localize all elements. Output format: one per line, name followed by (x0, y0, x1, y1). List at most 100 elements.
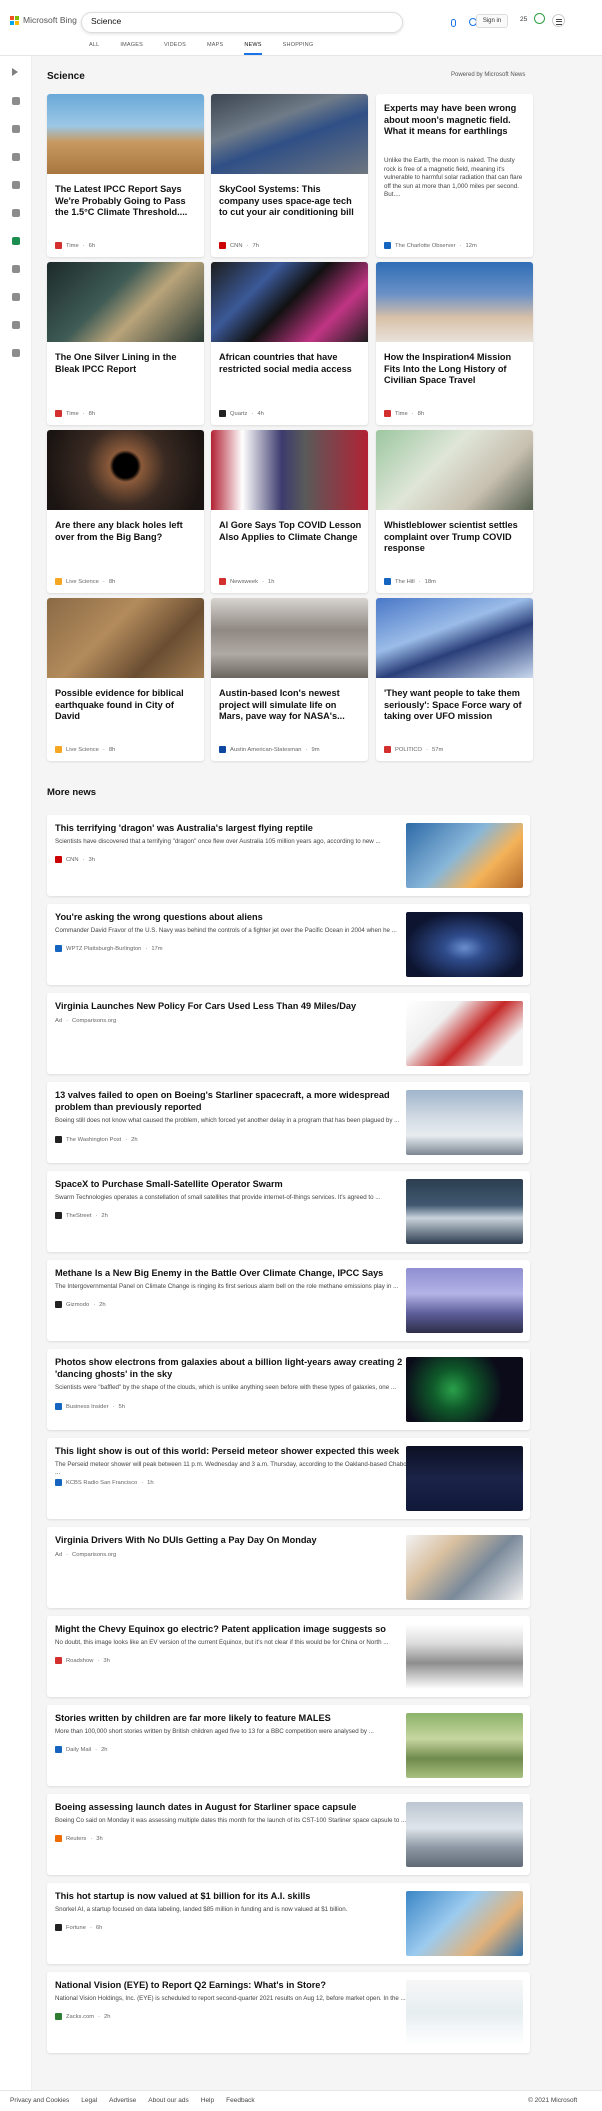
row-title[interactable]: This light show is out of this world: Pe… (55, 1446, 413, 1458)
footer-link-help[interactable]: Help (201, 2097, 214, 2104)
briefcase-icon[interactable] (12, 321, 20, 329)
tab-videos[interactable]: VIDEOS (164, 42, 186, 55)
tab-shopping[interactable]: SHOPPING (283, 42, 314, 55)
row-thumbnail[interactable] (406, 1001, 523, 1066)
card-title[interactable]: Al Gore Says Top COVID Lesson Also Appli… (219, 520, 362, 543)
row-thumbnail[interactable] (406, 823, 523, 888)
news-card[interactable]: Whistleblower scientist settles complain… (376, 430, 533, 593)
tab-all[interactable]: ALL (89, 42, 99, 55)
news-card[interactable]: The Latest IPCC Report Says We're Probab… (47, 94, 204, 257)
news-row[interactable]: 13 valves failed to open on Boeing's Sta… (47, 1082, 530, 1163)
home-icon[interactable] (12, 97, 20, 105)
news-card[interactable]: Are there any black holes left over from… (47, 430, 204, 593)
news-row[interactable]: You're asking the wrong questions about … (47, 904, 530, 985)
sign-in-button[interactable]: Sign in (476, 14, 508, 28)
row-thumbnail[interactable] (406, 1802, 523, 1867)
card-title[interactable]: Whistleblower scientist settles complain… (384, 520, 527, 555)
card-title[interactable]: African countries that have restricted s… (219, 352, 362, 375)
news-row[interactable]: This light show is out of this world: Pe… (47, 1438, 530, 1519)
news-row[interactable]: Boeing assessing launch dates in August … (47, 1794, 530, 1875)
row-title[interactable]: Boeing assessing launch dates in August … (55, 1802, 413, 1814)
tab-maps[interactable]: MAPS (207, 42, 223, 55)
news-card[interactable]: Austin-based Icon's newest project will … (211, 598, 368, 761)
card-title[interactable]: Experts may have been wrong about moon's… (384, 103, 527, 138)
news-row[interactable]: This terrifying 'dragon' was Australia's… (47, 815, 530, 896)
row-title[interactable]: Photos show electrons from galaxies abou… (55, 1357, 413, 1380)
card-title[interactable]: 'They want people to take them seriously… (384, 688, 527, 723)
row-thumbnail[interactable] (406, 1713, 523, 1778)
video-icon[interactable] (12, 293, 20, 301)
row-source: Gizmodo · 2h (55, 1301, 106, 1308)
location-icon[interactable] (12, 181, 20, 189)
search-input[interactable] (91, 16, 341, 26)
row-thumbnail[interactable] (406, 1446, 523, 1511)
rocket-icon[interactable] (12, 265, 20, 273)
row-thumbnail[interactable] (406, 1535, 523, 1600)
news-row[interactable]: Stories written by children are far more… (47, 1705, 530, 1786)
microphone-icon[interactable] (451, 19, 456, 27)
news-card[interactable]: The One Silver Lining in the Bleak IPCC … (47, 262, 204, 425)
science-icon[interactable] (12, 237, 20, 245)
tab-images[interactable]: IMAGES (120, 42, 143, 55)
row-title[interactable]: Might the Chevy Equinox go electric? Pat… (55, 1624, 413, 1636)
publisher-logo-icon (55, 242, 62, 249)
news-row[interactable]: This hot startup is now valued at $1 bil… (47, 1883, 530, 1964)
footer-link-legal[interactable]: Legal (81, 2097, 97, 2104)
expand-arrow-icon[interactable] (12, 68, 18, 76)
menu-icon[interactable] (552, 14, 565, 27)
card-title[interactable]: Are there any black holes left over from… (55, 520, 198, 543)
footer-link-advertise[interactable]: Advertise (109, 2097, 136, 2104)
row-title[interactable]: 13 valves failed to open on Boeing's Sta… (55, 1090, 413, 1113)
row-title[interactable]: Stories written by children are far more… (55, 1713, 413, 1725)
card-title[interactable]: Possible evidence for biblical earthquak… (55, 688, 198, 723)
row-thumbnail[interactable] (406, 1624, 523, 1689)
news-row[interactable]: Might the Chevy Equinox go electric? Pat… (47, 1616, 530, 1697)
ad-row[interactable]: Virginia Drivers With No DUIs Getting a … (47, 1527, 530, 1608)
row-title[interactable]: Virginia Launches New Policy For Cars Us… (55, 1001, 413, 1013)
news-row[interactable]: Methane Is a New Big Enemy in the Battle… (47, 1260, 530, 1341)
card-title[interactable]: How the Inspiration4 Mission Fits Into t… (384, 352, 527, 387)
rewards-points[interactable]: 25 (520, 16, 527, 23)
news-row[interactable]: National Vision (EYE) to Report Q2 Earni… (47, 1972, 530, 2053)
footer-link-privacy[interactable]: Privacy and Cookies (10, 2097, 69, 2104)
row-thumbnail[interactable] (406, 1357, 523, 1422)
row-thumbnail[interactable] (406, 1090, 523, 1155)
news-card[interactable]: Possible evidence for biblical earthquak… (47, 598, 204, 761)
row-title[interactable]: You're asking the wrong questions about … (55, 912, 413, 924)
card-title[interactable]: The One Silver Lining in the Bleak IPCC … (55, 352, 198, 375)
card-title[interactable]: Austin-based Icon's newest project will … (219, 688, 362, 723)
news-card[interactable]: Al Gore Says Top COVID Lesson Also Appli… (211, 430, 368, 593)
news-row[interactable]: SpaceX to Purchase Small-Satellite Opera… (47, 1171, 530, 1252)
rewards-trophy-icon[interactable] (534, 13, 545, 24)
bing-logo[interactable]: Microsoft Bing (10, 15, 77, 25)
news-card[interactable]: Experts may have been wrong about moon's… (376, 94, 533, 257)
row-thumbnail[interactable] (406, 912, 523, 977)
card-title[interactable]: SkyCool Systems: This company uses space… (219, 184, 362, 219)
row-title[interactable]: SpaceX to Purchase Small-Satellite Opera… (55, 1179, 413, 1191)
news-card[interactable]: 'They want people to take them seriously… (376, 598, 533, 761)
row-title[interactable]: Methane Is a New Big Enemy in the Battle… (55, 1268, 413, 1280)
row-thumbnail[interactable] (406, 1891, 523, 1956)
search-box[interactable] (81, 12, 477, 33)
flag-icon[interactable] (12, 153, 20, 161)
news-row[interactable]: Photos show electrons from galaxies abou… (47, 1349, 530, 1430)
footer-link-about-ads[interactable]: About our ads (148, 2097, 188, 2104)
row-title[interactable]: This terrifying 'dragon' was Australia's… (55, 823, 413, 835)
globe-icon[interactable] (12, 209, 20, 217)
news-card[interactable]: SkyCool Systems: This company uses space… (211, 94, 368, 257)
row-title[interactable]: National Vision (EYE) to Report Q2 Earni… (55, 1980, 413, 1992)
car-icon[interactable] (12, 349, 20, 357)
row-title[interactable]: Virginia Drivers With No DUIs Getting a … (55, 1535, 413, 1547)
row-title[interactable]: This hot startup is now valued at $1 bil… (55, 1891, 413, 1903)
row-thumbnail[interactable] (406, 1980, 523, 2045)
news-card[interactable]: How the Inspiration4 Mission Fits Into t… (376, 262, 533, 425)
coronavirus-icon[interactable] (12, 125, 20, 133)
ad-row[interactable]: Virginia Launches New Policy For Cars Us… (47, 993, 530, 1074)
card-title[interactable]: The Latest IPCC Report Says We're Probab… (55, 184, 198, 219)
news-card[interactable]: African countries that have restricted s… (211, 262, 368, 425)
footer-link-feedback[interactable]: Feedback (226, 2097, 255, 2104)
row-source: Ad · Comparisons.org (55, 1018, 117, 1024)
row-thumbnail[interactable] (406, 1268, 523, 1333)
tab-news[interactable]: NEWS (244, 42, 262, 55)
row-thumbnail[interactable] (406, 1179, 523, 1244)
